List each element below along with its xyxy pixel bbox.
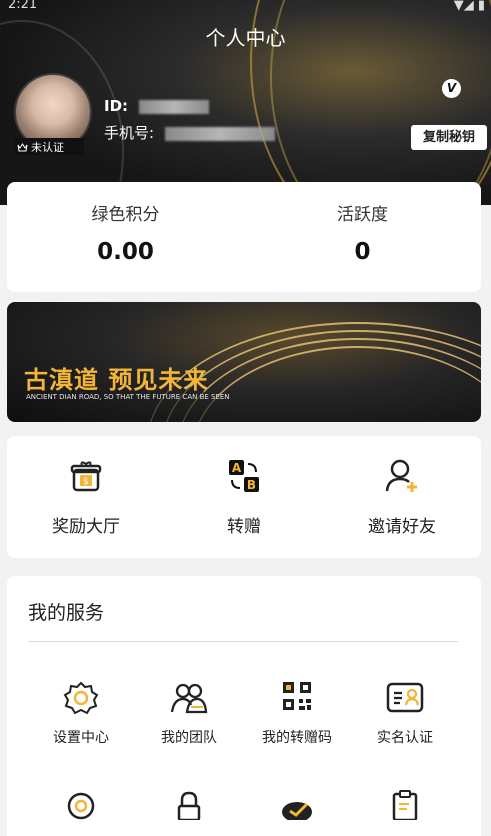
services-title: 我的服务 [28, 602, 105, 624]
action-transfer[interactable]: A B 转赠 [165, 436, 323, 558]
team-icon [170, 683, 208, 714]
stat-label: 活跃度 [337, 205, 388, 225]
svg-text:A: A [232, 461, 242, 475]
banner-title: 古滇道 预见未来 [24, 366, 209, 394]
action-label: 转赠 [227, 517, 261, 537]
page-title: 个人中心 [205, 26, 286, 50]
service-my-team[interactable]: 我的团队 [134, 681, 244, 747]
service-label: 我的团队 [161, 730, 217, 746]
service-settings[interactable]: 设置中心 [26, 681, 136, 747]
id-label: ID: [104, 97, 129, 115]
service-label: 我的转赠码 [262, 730, 332, 746]
masked-id [139, 99, 210, 114]
gear-icon [63, 681, 99, 715]
id-card-icon [386, 682, 424, 713]
unverified-badge: 未认证 [14, 138, 84, 155]
service-row2-item[interactable] [134, 786, 244, 824]
user-phone-row: 手机号: [104, 122, 275, 143]
status-bar: 2:21 ▼◢ ▮ [0, 0, 491, 16]
user-id-row: ID: [104, 97, 210, 115]
profile-header: 2:21 ▼◢ ▮ 个人中心 未认证 ID: 手机号: V 复制秘钥 [0, 0, 491, 205]
service-transfer-code[interactable]: 我的转赠码 [242, 681, 352, 747]
service-real-name-auth[interactable]: 实名认证 [350, 681, 460, 747]
divider [28, 641, 458, 642]
service-row2-item[interactable] [26, 786, 136, 824]
action-label: 奖励大厅 [52, 517, 120, 537]
lock-icon [177, 791, 201, 822]
stat-value: 0 [354, 239, 371, 265]
stat-activity[interactable]: 活跃度 0 [244, 182, 481, 265]
service-label: 设置中心 [53, 730, 109, 746]
action-label: 邀请好友 [368, 517, 436, 537]
service-row2-item[interactable] [242, 786, 352, 824]
add-user-icon [385, 459, 417, 492]
status-time: 2:21 [8, 0, 38, 12]
qr-code-icon [283, 682, 311, 710]
clipboard-icon [392, 790, 418, 822]
stats-card: 绿色积分 0.00 活跃度 0 [7, 182, 481, 292]
gift-box-icon: $ [70, 461, 102, 492]
copy-key-button[interactable]: 复制秘钥 [411, 125, 487, 150]
action-reward-hall[interactable]: $ 奖励大厅 [7, 436, 165, 558]
transfer-ab-icon: A B [229, 460, 259, 492]
svg-text:B: B [247, 478, 256, 492]
vip-v-icon[interactable]: V [442, 79, 461, 98]
stat-green-points[interactable]: 绿色积分 0.00 [7, 182, 244, 265]
promo-banner[interactable]: 古滇道 预见未来 ANCIENT DIAN ROAD, SO THAT THE … [7, 302, 481, 422]
my-services-card: 我的服务 设置中心 我的团队 我的转赠码 实名认证 [7, 576, 481, 836]
masked-phone [164, 126, 275, 141]
target-icon [67, 792, 95, 820]
svg-text:$: $ [83, 477, 89, 487]
quick-actions-card: $ 奖励大厅 A B 转赠 邀请好友 [7, 436, 481, 558]
check-badge-icon [282, 802, 312, 822]
stat-value: 0.00 [97, 239, 154, 265]
service-label: 实名认证 [377, 730, 433, 746]
phone-label: 手机号: [104, 124, 155, 142]
crown-icon [17, 142, 28, 151]
unverified-label: 未认证 [31, 140, 64, 154]
action-invite-friends[interactable]: 邀请好友 [323, 436, 481, 558]
status-icons: ▼◢ ▮ [453, 0, 485, 13]
service-row2-item[interactable] [350, 786, 460, 824]
banner-subtitle: ANCIENT DIAN ROAD, SO THAT THE FUTURE CA… [26, 393, 230, 401]
stat-label: 绿色积分 [91, 205, 160, 225]
